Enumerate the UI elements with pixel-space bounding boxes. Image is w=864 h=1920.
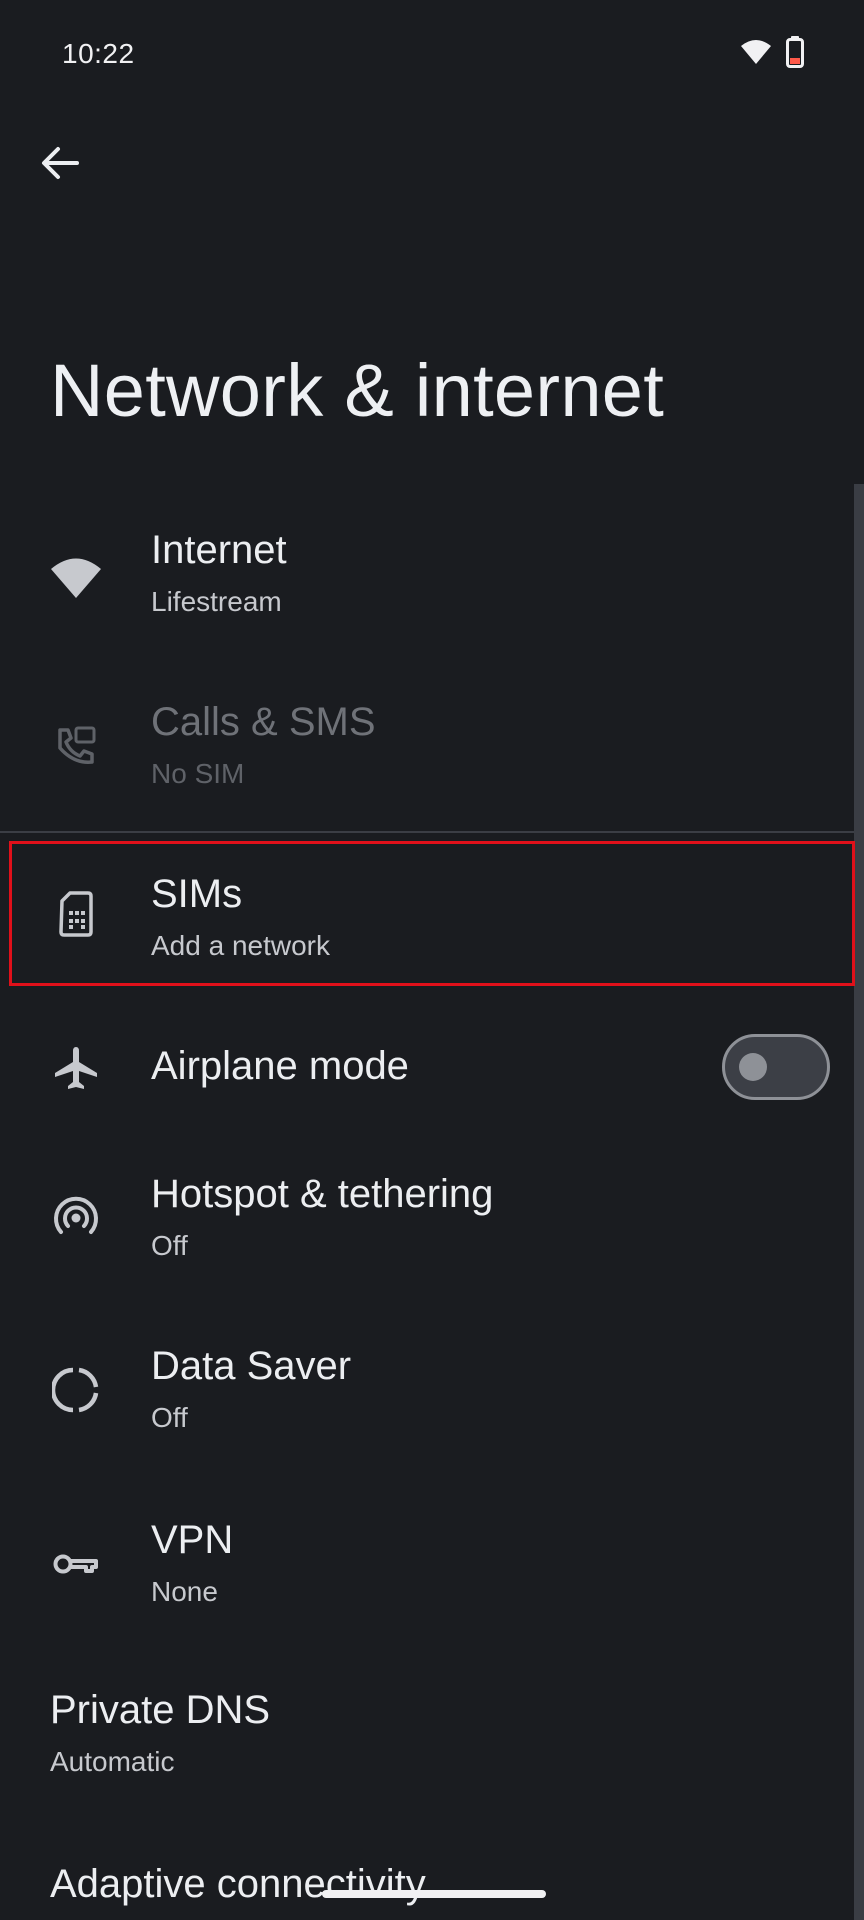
- item-title: Airplane mode: [151, 1044, 409, 1088]
- item-subtitle: Off: [151, 1230, 188, 1261]
- calls-sms-icon: [48, 718, 104, 774]
- navigation-handle[interactable]: [322, 1890, 546, 1898]
- hotspot-icon: [48, 1190, 104, 1246]
- arrow-back-icon: [39, 145, 79, 186]
- page-title: Network & internet: [50, 349, 665, 432]
- item-title: Internet: [151, 528, 287, 572]
- vpn-key-icon: [48, 1536, 104, 1592]
- data-saver-icon: [48, 1362, 104, 1418]
- divider: [0, 831, 854, 833]
- list-item-internet[interactable]: Internet Lifestream: [0, 520, 854, 660]
- status-icons: [740, 36, 804, 73]
- item-subtitle: Automatic: [50, 1746, 175, 1777]
- status-bar: 10:22: [0, 0, 864, 108]
- item-subtitle: Off: [151, 1402, 188, 1433]
- battery-icon: [786, 36, 804, 73]
- list-item-calls-sms: Calls & SMS No SIM: [0, 692, 854, 832]
- item-title: VPN: [151, 1518, 234, 1562]
- item-title: Adaptive connectivity: [50, 1862, 426, 1906]
- status-time: 10:22: [62, 38, 135, 69]
- list-item-adaptive-connectivity[interactable]: Adaptive connectivity: [0, 1854, 854, 1920]
- item-title: Hotspot & tethering: [151, 1172, 494, 1216]
- scrollbar[interactable]: [854, 484, 864, 1920]
- item-title: Data Saver: [151, 1344, 352, 1388]
- item-subtitle: Lifestream: [151, 586, 282, 617]
- list-item-private-dns[interactable]: Private DNS Automatic: [0, 1680, 854, 1800]
- airplane-icon: [48, 1040, 104, 1096]
- item-subtitle: No SIM: [151, 758, 245, 789]
- item-title: Private DNS: [50, 1688, 271, 1732]
- list-item-hotspot[interactable]: Hotspot & tethering Off: [0, 1164, 854, 1284]
- item-title: Calls & SMS: [151, 700, 376, 744]
- wifi-icon: [48, 550, 104, 606]
- wifi-icon: [740, 38, 772, 71]
- back-button[interactable]: [30, 136, 88, 194]
- list-item-vpn[interactable]: VPN None: [0, 1510, 854, 1630]
- list-item-data-saver[interactable]: Data Saver Off: [0, 1336, 854, 1456]
- highlight-box: [9, 841, 855, 986]
- toggle-knob: [739, 1053, 767, 1081]
- airplane-mode-toggle[interactable]: [722, 1034, 830, 1100]
- item-subtitle: None: [151, 1576, 218, 1607]
